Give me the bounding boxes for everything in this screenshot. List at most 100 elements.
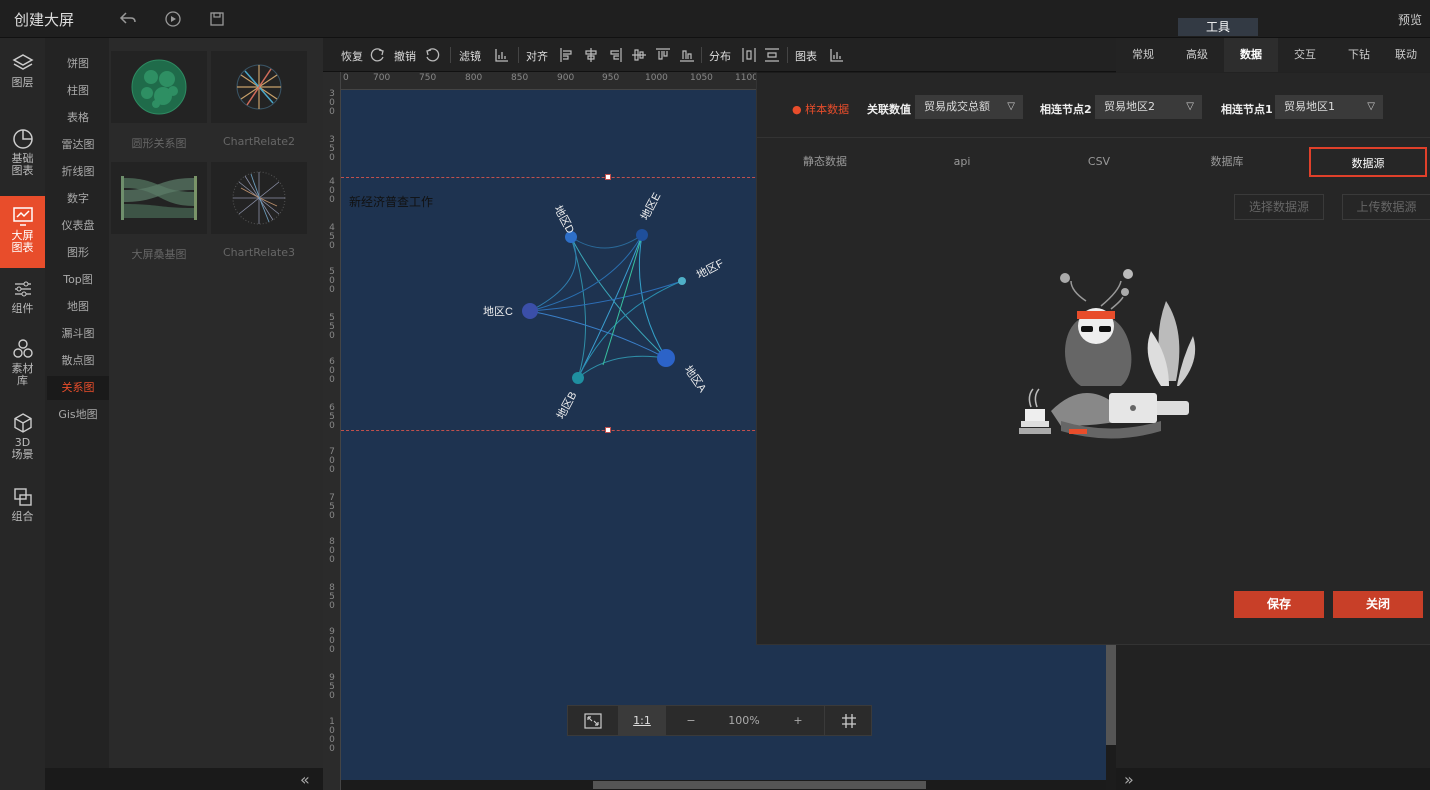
redo-button[interactable]: 恢复 [341, 48, 363, 64]
ruler-tick: 1000 [329, 717, 335, 754]
thumb-circle-relation[interactable] [111, 51, 207, 123]
category-item[interactable]: 地图 [47, 295, 109, 319]
ruler-tick: 600 [329, 357, 335, 385]
category-item[interactable]: Gis地图 [47, 403, 109, 427]
align-center-h-icon[interactable] [583, 47, 599, 63]
grid-icon[interactable] [824, 706, 872, 735]
collapse-left-icon[interactable]: « [300, 770, 310, 789]
relation-node[interactable] [657, 349, 675, 367]
tab-database[interactable]: 数据库 [1187, 147, 1267, 177]
nav-3d[interactable]: 3D场景 [0, 412, 45, 468]
select-source-button[interactable]: 选择数据源 [1234, 194, 1324, 220]
node2-select[interactable]: 贸易地区2 ▽ [1095, 95, 1202, 119]
undo-button[interactable]: 撤销 [394, 48, 416, 64]
align-top-icon[interactable] [655, 47, 671, 63]
tab-general[interactable]: 常规 [1116, 38, 1170, 72]
filter-button[interactable]: 滤镜 [459, 48, 481, 64]
zoom-in-button[interactable]: + [772, 706, 824, 735]
nav-components-label: 组件 [11, 302, 34, 315]
assoc-value-select[interactable]: 贸易成交总额 ▽ [915, 95, 1023, 119]
relation-node[interactable] [522, 303, 538, 319]
category-item[interactable]: 饼图 [47, 52, 109, 76]
category-item[interactable]: 仪表盘 [47, 214, 109, 238]
relation-node[interactable] [678, 277, 686, 285]
left-nav: 图层 基础图表 大屏图表 组件 素材库 3D场景 组合 [0, 38, 45, 790]
save-button[interactable]: 保存 [1234, 591, 1324, 618]
tab-data-source[interactable]: 数据源 [1309, 147, 1427, 177]
preview-button[interactable]: 预览 [1398, 11, 1422, 28]
nav-basic-charts[interactable]: 基础图表 [0, 128, 45, 184]
category-item[interactable]: 散点图 [47, 349, 109, 373]
relation-node[interactable] [572, 372, 584, 384]
align-right-icon[interactable] [607, 47, 623, 63]
canvas-scrollbar-vertical[interactable] [1106, 645, 1116, 745]
zoom-1to1-button[interactable]: 1:1 [618, 706, 666, 735]
canvas-scrollbar-horizontal[interactable] [593, 781, 926, 789]
chart-icon[interactable] [829, 47, 845, 63]
ruler-tick: 800 [465, 73, 483, 83]
align-bottom-icon[interactable] [679, 47, 695, 63]
nav-assets[interactable]: 素材库 [0, 338, 45, 394]
tab-linkage[interactable]: 联动 [1382, 38, 1430, 72]
nav-screen-charts[interactable]: 大屏图表 [0, 196, 45, 268]
tab-static-data[interactable]: 静态数据 [785, 147, 865, 177]
ruler-tick: 700 [329, 447, 335, 475]
chevron-down-icon: ▽ [1186, 101, 1194, 112]
category-item[interactable]: 折线图 [47, 160, 109, 184]
ruler-top: 0 700 750 800 850 900 950 1000 1050 1100 [341, 72, 758, 90]
distribute-button[interactable]: 分布 [709, 48, 731, 64]
filter-chart-icon[interactable] [494, 47, 510, 63]
save-icon[interactable] [207, 9, 227, 29]
back-icon[interactable] [118, 9, 138, 29]
category-item[interactable]: 图形 [47, 241, 109, 265]
distribute-v-icon[interactable] [764, 47, 780, 63]
category-item[interactable]: Top图 [47, 268, 109, 292]
play-icon[interactable] [163, 9, 183, 29]
node1-text: 贸易地区1 [1284, 100, 1335, 113]
relation-link [638, 234, 667, 359]
thumb-chartrelate2[interactable] [211, 51, 307, 123]
category-item[interactable]: 漏斗图 [47, 322, 109, 346]
upload-source-button[interactable]: 上传数据源 [1342, 194, 1430, 220]
undo-icon[interactable] [424, 47, 440, 63]
thumb-chartrelate3[interactable] [211, 162, 307, 234]
expand-right-icon[interactable]: » [1124, 770, 1134, 789]
tab-interaction[interactable]: 交互 [1278, 38, 1332, 72]
tab-advanced[interactable]: 高级 [1170, 38, 1224, 72]
nav-basic-charts-label: 基础图表 [11, 152, 34, 177]
align-left-icon[interactable] [559, 47, 575, 63]
category-item[interactable]: 数字 [47, 187, 109, 211]
ruler-tick: 800 [329, 537, 335, 565]
chart-button[interactable]: 图表 [795, 48, 817, 64]
thumb-sankey[interactable] [111, 162, 207, 234]
node2-text: 贸易地区2 [1104, 100, 1155, 113]
nav-layers[interactable]: 图层 [0, 52, 45, 100]
node1-select[interactable]: 贸易地区1 ▽ [1275, 95, 1383, 119]
ruler-tick: 1100 [735, 73, 758, 83]
relation-node[interactable] [636, 229, 648, 241]
tab-data[interactable]: 数据 [1224, 38, 1278, 72]
category-item[interactable]: 柱图 [47, 79, 109, 103]
tab-api[interactable]: api [922, 147, 1002, 177]
distribute-h-icon[interactable] [741, 47, 757, 63]
zoom-bar: 1:1 − 100% + [567, 705, 872, 736]
tab-csv[interactable]: CSV [1059, 147, 1139, 177]
close-button[interactable]: 关闭 [1333, 591, 1423, 618]
nav-components[interactable]: 组件 [0, 278, 45, 322]
fit-screen-icon[interactable] [568, 706, 618, 735]
relation-link [577, 355, 667, 379]
tab-drilldown[interactable]: 下钻 [1332, 38, 1386, 72]
sample-data-label[interactable]: ● 样本数据 [792, 101, 849, 117]
relation-chart[interactable]: 地区D 地区E 地区F 地区C 地区A 地区B [341, 90, 761, 440]
tools-tab[interactable]: 工具 [1178, 18, 1258, 36]
category-item[interactable]: 雷达图 [47, 133, 109, 157]
assets-icon [12, 339, 33, 358]
zoom-out-button[interactable]: − [666, 706, 716, 735]
redo-icon[interactable] [370, 47, 386, 63]
align-button[interactable]: 对齐 [526, 48, 548, 64]
align-center-v-icon[interactable] [631, 47, 647, 63]
ruler-tick: 900 [329, 627, 335, 655]
nav-group[interactable]: 组合 [0, 486, 45, 530]
category-item[interactable]: 表格 [47, 106, 109, 130]
category-item-active[interactable]: 关系图 [47, 376, 109, 400]
